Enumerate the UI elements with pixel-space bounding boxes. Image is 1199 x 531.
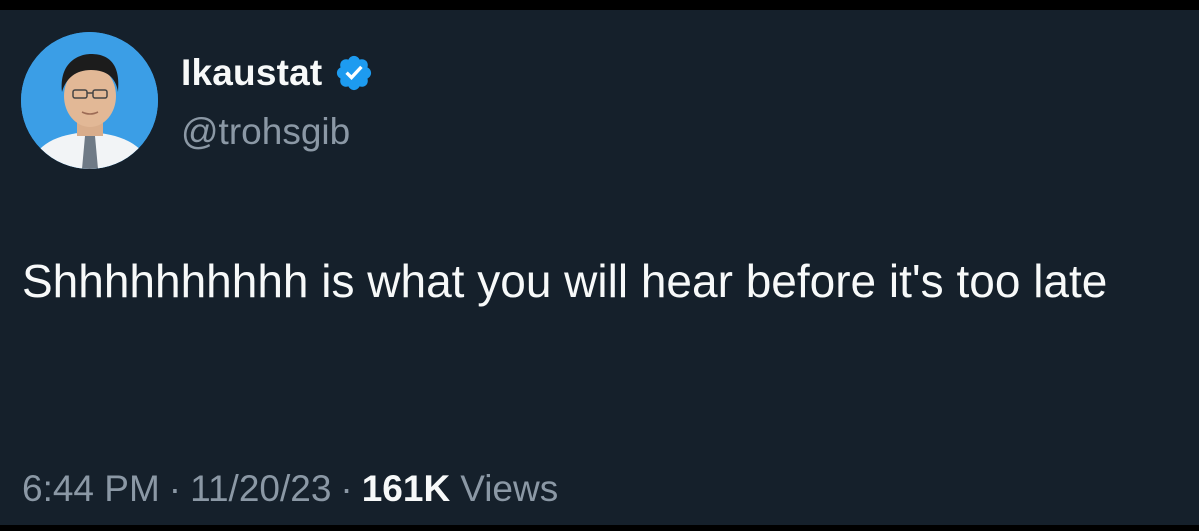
tweet-metadata: 6:44 PM · 11/20/23 · 161K Views xyxy=(22,468,558,510)
avatar[interactable] xyxy=(21,32,158,169)
bottom-border xyxy=(0,525,1199,531)
views-count[interactable]: 161K xyxy=(362,468,450,510)
tweet-card[interactable]: Ikaustat @trohsgib Shhhhhhhhhh is what y… xyxy=(0,10,1199,525)
author-handle[interactable]: @trohsgib xyxy=(181,111,350,153)
avatar-photo xyxy=(21,32,158,169)
tweet-text: Shhhhhhhhhh is what you will hear before… xyxy=(22,255,1108,307)
meta-separator: · xyxy=(340,468,353,509)
tweet-date[interactable]: 11/20/23 xyxy=(190,468,331,510)
author-name-row: Ikaustat xyxy=(181,52,374,94)
tweet-time[interactable]: 6:44 PM xyxy=(22,468,160,510)
meta-separator: · xyxy=(168,468,182,509)
author-display-name[interactable]: Ikaustat xyxy=(181,52,322,94)
views-label[interactable]: Views xyxy=(460,468,558,510)
verified-badge-icon xyxy=(334,53,374,93)
top-border xyxy=(0,0,1199,10)
